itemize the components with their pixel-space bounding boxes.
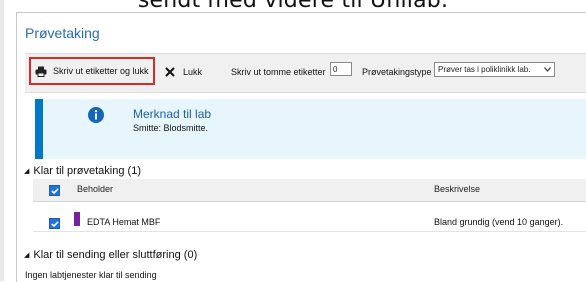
toolbar: Skriv ut etiketter og lukk Lukk Skriv ut… [25,53,586,93]
select-all-checkbox[interactable] [49,185,60,196]
notice-text: Smitte: Blodsmitte. [133,123,209,133]
checkmark-icon [50,187,59,194]
collapse-triangle-icon: ◢ [24,252,30,259]
ready-for-sampling-title: Klar til prøvetaking (1) [33,165,141,177]
close-button[interactable]: Lukk [165,61,202,83]
table-row[interactable]: EDTA Hemat MBF Bland grundig (vend 10 ga… [33,209,586,232]
print-labels-and-close-button[interactable]: Skriv ut etiketter og lukk [29,57,155,85]
empty-labels-label: Skriv ut tomme etiketter [231,67,326,77]
container-description: Bland grundig (vend 10 ganger). [434,217,564,227]
chevron-down-icon [544,67,551,72]
checkmark-icon [50,220,59,227]
lab-notice-panel: Merknad til lab Smitte: Blodsmitte. [35,99,586,159]
print-labels-and-close-label: Skriv ut etiketter og lukk [53,66,149,76]
ready-for-sending-title: Klar til sending eller sluttføring (0) [33,249,198,261]
collapse-triangle-icon: ◢ [24,168,30,175]
ready-for-sampling-section-header[interactable]: ◢ Klar til prøvetaking (1) [24,165,141,177]
window-title: Prøvetaking [25,25,100,41]
table-header: Beholder Beskrivelse [33,179,586,202]
sampletype-label: Prøvetakingstype [362,67,432,77]
sampletype-value: Prøver tas i poliklinikk lab. [438,65,531,74]
sampling-window: Prøvetaking Skriv ut etiketter og lukk L… [16,12,586,282]
close-label: Lukk [183,67,203,77]
container-color-tag [74,212,80,226]
printer-icon [35,66,47,77]
left-edge-strip [0,0,4,281]
column-header-container[interactable]: Beholder [77,184,113,194]
sampletype-select[interactable]: Prøver tas i poliklinikk lab. [434,62,555,77]
close-icon [165,67,175,77]
empty-labels-count-input[interactable]: 0 [330,62,352,76]
container-name: EDTA Hemat MBF [87,217,161,227]
row-checkbox[interactable] [49,218,60,229]
column-header-description[interactable]: Beskrivelse [434,184,480,194]
info-icon [88,107,104,123]
empty-state-text: Ingen labtjenester klar til sending [25,270,157,280]
notice-title: Merknad til lab [133,107,212,121]
ready-for-sending-section-header[interactable]: ◢ Klar til sending eller sluttføring (0) [24,249,197,261]
